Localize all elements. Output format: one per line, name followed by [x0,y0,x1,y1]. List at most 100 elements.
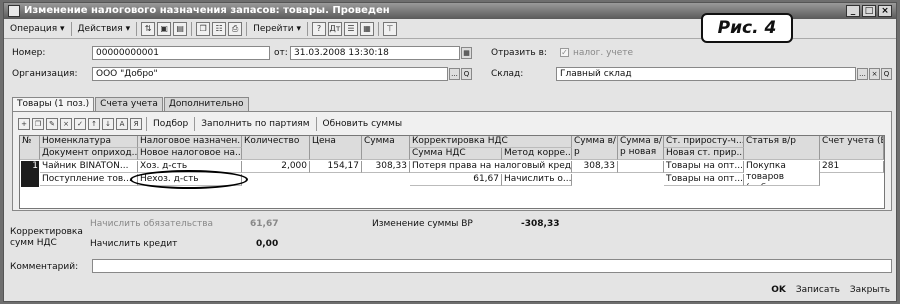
update-sums-button[interactable]: Обновить суммы [320,119,406,129]
row-increment-item[interactable]: Товары на опт... [664,161,744,173]
organization-open-icon[interactable]: Q [461,68,472,80]
goods-panel: + ❐ ✎ × ✓ ↑ ↓ A Я Подбор Заполнить по па… [12,111,892,211]
warehouse-open-icon[interactable]: Q [881,68,892,80]
tax-accounting-checkbox[interactable]: ✓ [560,48,569,57]
print-icon[interactable]: ⎙ [228,22,243,36]
row-vat-correction[interactable]: Потеря права на налоговый кредит [410,161,572,173]
row-account[interactable]: 281 [820,161,884,173]
reflect-label: Отразить в: [491,48,547,58]
row-quantity[interactable]: 2,000 [242,161,310,173]
menu-operation[interactable]: Операция ▾ [7,21,68,37]
vr-change-value: -308,33 [521,219,560,229]
help-icon[interactable]: ? [311,22,326,36]
accrue-liabilities-label: Начислить обязательства [90,219,214,229]
calendar-icon[interactable]: ▦ [461,47,472,59]
delete-row-icon[interactable]: × [60,118,72,130]
document-window: Изменение налогового назначения запасов:… [3,2,897,302]
col-no[interactable]: № [20,136,40,160]
fill-by-batches-button[interactable]: Заполнить по партиям [198,119,312,129]
accrue-liabilities-value: 61,67 [250,219,279,229]
col-document[interactable]: Документ оприход... [40,148,138,160]
col-quantity[interactable]: Количество [242,136,310,160]
col-new-increment-item[interactable]: Новая ст. прир... [664,148,744,160]
tab-additional[interactable]: Дополнительно [163,97,249,111]
row-new-increment-item[interactable]: Товары на опт... [664,174,744,186]
sort-asc-icon[interactable]: A [116,118,128,130]
copy-icon[interactable]: ❐ [196,22,211,36]
row-price[interactable]: 154,17 [310,161,362,173]
report-icon[interactable]: ▦ [359,22,374,36]
highlight-oval [130,170,248,189]
col-correction-method[interactable]: Метод корре... [502,148,572,160]
selection-button[interactable]: Подбор [150,119,191,129]
minimize-button[interactable]: _ [846,5,860,17]
maximize-button[interactable]: □ [862,5,876,17]
date-field[interactable]: 31.03.2008 13:30:18 [290,46,460,60]
unpost-icon[interactable]: ▤ [173,22,188,36]
movements-icon[interactable]: Дт [327,22,342,36]
col-vat-sum[interactable]: Сумма НДС [410,148,502,160]
figure-badge: Рис. 4 [701,13,793,43]
sort-desc-icon[interactable]: Я [130,118,142,130]
ok-button[interactable]: OK [771,285,786,295]
col-sum[interactable]: Сумма [362,136,410,160]
col-expense-item[interactable]: Статья в/р [744,136,820,160]
organization-field[interactable]: ООО "Добро" [92,67,448,81]
menu-actions[interactable]: Действия ▾ [75,21,134,37]
comment-label: Комментарий: [10,262,79,272]
move-down-icon[interactable]: ↓ [102,118,114,130]
col-vat-correction[interactable]: Корректировка НДС [410,136,572,148]
structure-icon[interactable]: ☷ [212,22,227,36]
col-sum-vr-new[interactable]: Сумма в/р новая [618,136,664,160]
vr-change-label: Изменение суммы ВР [372,219,473,229]
row-nomenclature[interactable]: Чайник BINATON... [40,161,138,173]
warehouse-select-button[interactable]: ... [857,68,868,80]
row-expense-item[interactable]: Покупка товаров (работ... [744,161,820,186]
tab-bar: Товары (1 поз.) Счета учета Дополнительн… [12,97,250,112]
post-icon[interactable]: ⇅ [141,22,156,36]
tab-goods[interactable]: Товары (1 поз.) [12,97,95,112]
col-account[interactable]: Счет учета (БУ) [820,136,884,160]
col-sum-vr[interactable]: Сумма в/р [572,136,618,160]
move-up-icon[interactable]: ↑ [88,118,100,130]
col-tax-destination[interactable]: Налоговое назначен... [138,136,242,148]
copy-row-icon[interactable]: ❐ [32,118,44,130]
tab-accounts[interactable]: Счета учета [95,97,163,111]
warehouse-clear-icon[interactable]: × [869,68,880,80]
row-sum[interactable]: 308,33 [362,161,410,173]
menu-goto[interactable]: Перейти ▾ [250,21,304,37]
row-sum-vr[interactable]: 308,33 [572,161,618,173]
button-bar: OK Записать Закрыть [771,285,890,295]
row-correction-method[interactable]: Начислить о... [502,174,572,186]
accrue-credit-value: 0,00 [256,239,279,249]
pin-icon[interactable]: ⊤ [382,22,397,36]
table-header: № Номенклатура Документ оприход... Налог… [20,136,884,160]
row-document[interactable]: Поступление тов... [40,174,138,186]
accrue-credit-label: Начислить кредит [90,239,178,249]
journal-icon[interactable]: ☰ [343,22,358,36]
warehouse-field[interactable]: Главный склад [556,67,856,81]
save-icon[interactable]: ▣ [157,22,172,36]
date-label: от: [274,48,288,58]
row-vat-sum[interactable]: 61,67 [410,174,502,186]
col-new-tax-destination[interactable]: Новое налоговое на... [138,148,242,160]
table-toolbar: + ❐ ✎ × ✓ ↑ ↓ A Я Подбор Заполнить по па… [17,116,405,132]
row-sum-vr-new[interactable] [618,161,664,173]
close-window-button[interactable]: × [878,5,892,17]
warehouse-label: Склад: [491,69,524,79]
edit-row-icon[interactable]: ✎ [46,118,58,130]
row-number: 1 [32,161,38,171]
tax-accounting-label: налог. учете [573,48,634,58]
end-edit-icon[interactable]: ✓ [74,118,86,130]
organization-select-button[interactable]: ... [449,68,460,80]
comment-field[interactable] [92,259,892,273]
number-field[interactable]: 00000000001 [92,46,270,60]
col-price[interactable]: Цена [310,136,362,160]
goods-table: № Номенклатура Документ оприход... Налог… [19,135,885,209]
col-nomenclature[interactable]: Номенклатура [40,136,138,148]
col-increment-item[interactable]: Ст. приросту-ч... [664,136,744,148]
add-row-icon[interactable]: + [18,118,30,130]
save-button[interactable]: Записать [796,285,840,295]
close-button[interactable]: Закрыть [850,285,890,295]
organization-label: Организация: [12,69,78,79]
